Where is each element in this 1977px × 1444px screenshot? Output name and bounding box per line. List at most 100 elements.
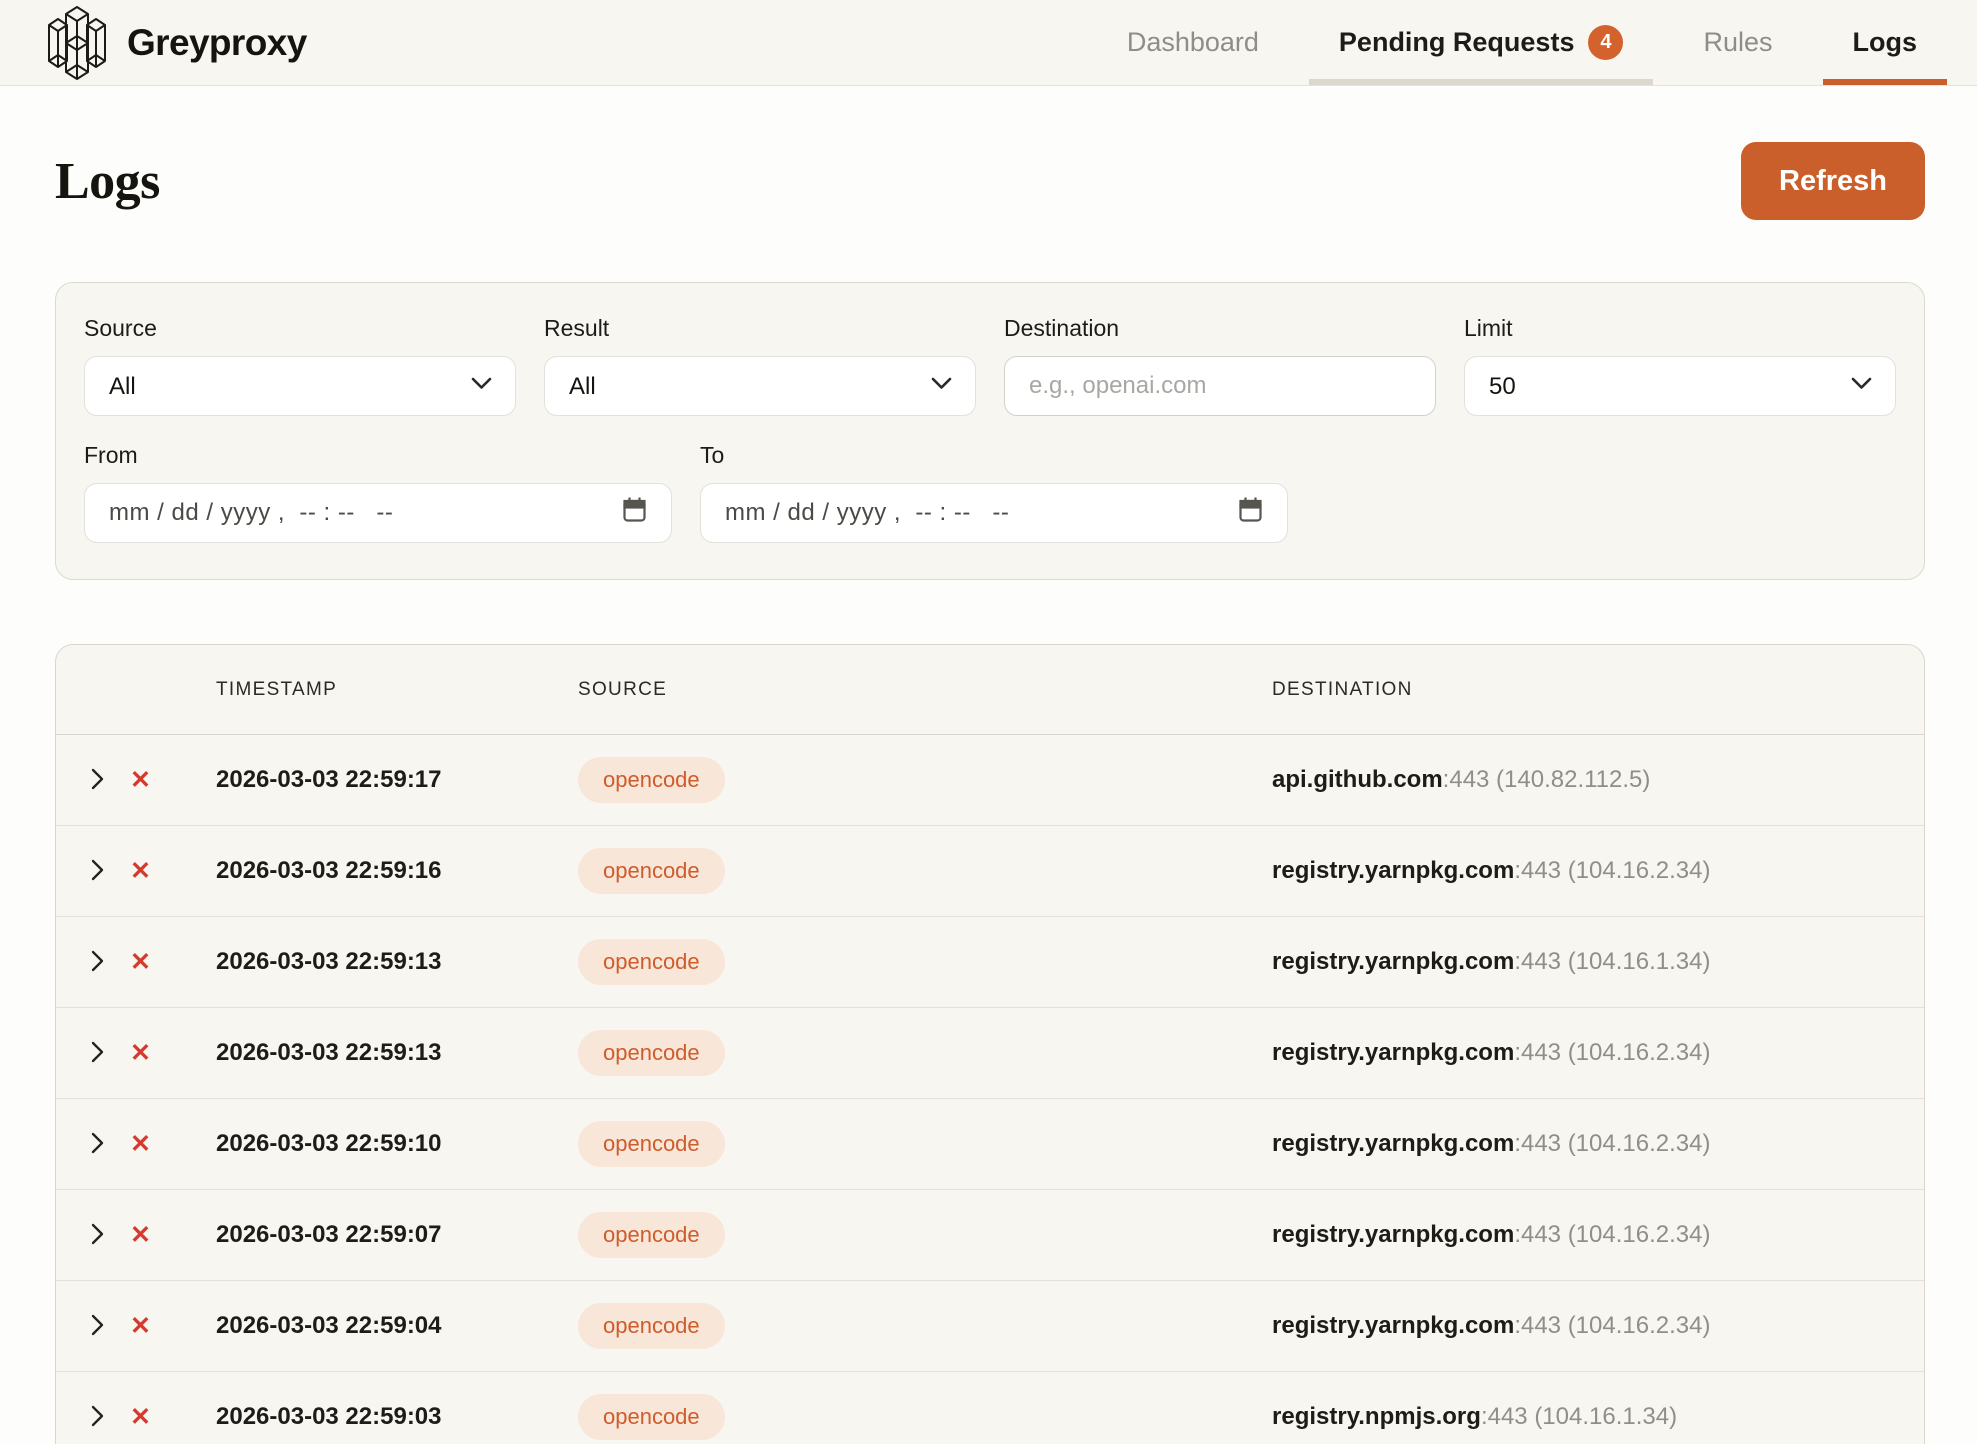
log-source-cell: opencode [578, 1394, 1272, 1440]
top-header: Greyproxy Dashboard Pending Requests 4 R… [0, 0, 1977, 86]
limit-filter-field: Limit 50 [1464, 315, 1896, 416]
source-badge: opencode [578, 1212, 725, 1258]
main-content: Logs Refresh Source All Result [0, 142, 1977, 1444]
destination-port-ip: :443 (140.82.112.5) [1443, 766, 1651, 793]
expand-row-button[interactable] [80, 1308, 116, 1344]
log-table-row: ✕ 2026-03-03 22:59:03 opencode registry.… [56, 1372, 1924, 1444]
log-destination: registry.yarnpkg.com:443 (104.16.1.34) [1272, 948, 1896, 976]
delete-row-button[interactable]: ✕ [130, 859, 151, 884]
delete-row-button[interactable]: ✕ [130, 1041, 151, 1066]
log-timestamp: 2026-03-03 22:59:16 [216, 857, 578, 885]
x-icon: ✕ [130, 1039, 151, 1067]
delete-row-button[interactable]: ✕ [130, 950, 151, 975]
chevron-right-icon [91, 859, 105, 884]
expand-row-button[interactable] [80, 762, 116, 798]
source-badge: opencode [578, 1394, 725, 1440]
expand-row-button[interactable] [80, 944, 116, 980]
calendar-icon[interactable] [1238, 496, 1263, 530]
log-table-row: ✕ 2026-03-03 22:59:13 opencode registry.… [56, 1008, 1924, 1099]
destination-host: registry.yarnpkg.com [1272, 857, 1514, 884]
page-title: Logs [55, 152, 160, 211]
expand-row-button[interactable] [80, 1035, 116, 1071]
log-table-row: ✕ 2026-03-03 22:59:10 opencode registry.… [56, 1099, 1924, 1190]
delete-row-button[interactable]: ✕ [130, 768, 151, 793]
source-filter-field: Source All [84, 315, 516, 416]
source-badge: opencode [578, 1030, 725, 1076]
result-filter-label: Result [544, 315, 976, 342]
destination-port-ip: :443 (104.16.2.34) [1514, 1221, 1710, 1248]
source-badge: opencode [578, 1303, 725, 1349]
logs-table: TIMESTAMP SOURCE DESTINATION ✕ 2026-03-0… [55, 644, 1925, 1444]
destination-port-ip: :443 (104.16.1.34) [1514, 948, 1710, 975]
log-destination: registry.yarnpkg.com:443 (104.16.2.34) [1272, 1039, 1896, 1067]
from-filter-label: From [84, 442, 672, 469]
log-destination: registry.npmjs.org:443 (104.16.1.34) [1272, 1403, 1896, 1431]
expand-row-button[interactable] [80, 1126, 116, 1162]
log-destination: registry.yarnpkg.com:443 (104.16.2.34) [1272, 1312, 1896, 1340]
chevron-right-icon [91, 1223, 105, 1248]
destination-input[interactable] [1004, 356, 1436, 416]
main-nav: Dashboard Pending Requests 4 Rules Logs [1097, 0, 1947, 85]
result-select[interactable]: All [544, 356, 976, 416]
log-source-cell: opencode [578, 939, 1272, 985]
nav-item-rules[interactable]: Rules [1673, 0, 1802, 85]
log-table-row: ✕ 2026-03-03 22:59:13 opencode registry.… [56, 917, 1924, 1008]
chevron-right-icon [91, 1132, 105, 1157]
log-timestamp: 2026-03-03 22:59:03 [216, 1403, 578, 1431]
source-badge: opencode [578, 848, 725, 894]
log-timestamp: 2026-03-03 22:59:13 [216, 1039, 578, 1067]
to-datetime-input[interactable]: mm / dd / yyyy , -- : -- -- [700, 483, 1288, 543]
delete-row-button[interactable]: ✕ [130, 1132, 151, 1157]
filters-card: Source All Result All [55, 282, 1925, 580]
destination-host: registry.yarnpkg.com [1272, 948, 1514, 975]
column-header-source: SOURCE [578, 679, 1272, 701]
chevron-right-icon [91, 1314, 105, 1339]
expand-row-button[interactable] [80, 853, 116, 889]
page-head: Logs Refresh [55, 142, 1925, 220]
limit-select[interactable]: 50 [1464, 356, 1896, 416]
to-filter-field: To mm / dd / yyyy , -- : -- -- [700, 442, 1288, 543]
calendar-icon[interactable] [622, 496, 647, 530]
delete-row-button[interactable]: ✕ [130, 1223, 151, 1248]
x-icon: ✕ [130, 766, 151, 794]
log-timestamp: 2026-03-03 22:59:07 [216, 1221, 578, 1249]
destination-host: registry.yarnpkg.com [1272, 1221, 1514, 1248]
nav-item-dashboard[interactable]: Dashboard [1097, 0, 1289, 85]
source-badge: opencode [578, 1121, 725, 1167]
log-source-cell: opencode [578, 1121, 1272, 1167]
destination-host: registry.yarnpkg.com [1272, 1312, 1514, 1339]
destination-port-ip: :443 (104.16.2.34) [1514, 1130, 1710, 1157]
nav-item-logs[interactable]: Logs [1823, 0, 1948, 85]
log-source-cell: opencode [578, 757, 1272, 803]
brand-wordmark: Greyproxy [127, 22, 307, 64]
x-icon: ✕ [130, 1312, 151, 1340]
to-filter-label: To [700, 442, 1288, 469]
destination-host: registry.npmjs.org [1272, 1403, 1481, 1430]
source-badge: opencode [578, 939, 725, 985]
column-header-timestamp: TIMESTAMP [216, 679, 578, 701]
delete-row-button[interactable]: ✕ [130, 1314, 151, 1339]
refresh-button[interactable]: Refresh [1741, 142, 1925, 220]
log-table-row: ✕ 2026-03-03 22:59:16 opencode registry.… [56, 826, 1924, 917]
to-datetime-placeholder: mm / dd / yyyy , -- : -- -- [725, 499, 1009, 527]
destination-port-ip: :443 (104.16.2.34) [1514, 1039, 1710, 1066]
expand-row-button[interactable] [80, 1399, 116, 1435]
nav-item-pending-requests[interactable]: Pending Requests 4 [1309, 0, 1654, 85]
expand-row-button[interactable] [80, 1217, 116, 1253]
log-table-rows: ✕ 2026-03-03 22:59:17 opencode api.githu… [56, 735, 1924, 1444]
from-datetime-input[interactable]: mm / dd / yyyy , -- : -- -- [84, 483, 672, 543]
log-source-cell: opencode [578, 1030, 1272, 1076]
nav-label-logs: Logs [1853, 27, 1918, 58]
source-select[interactable]: All [84, 356, 516, 416]
x-icon: ✕ [130, 857, 151, 885]
crystal-prisms-icon [45, 5, 109, 81]
destination-host: api.github.com [1272, 766, 1443, 793]
nav-label-pending-requests: Pending Requests [1339, 27, 1575, 58]
destination-host: registry.yarnpkg.com [1272, 1039, 1514, 1066]
delete-row-button[interactable]: ✕ [130, 1405, 151, 1430]
limit-filter-label: Limit [1464, 315, 1896, 342]
destination-port-ip: :443 (104.16.2.34) [1514, 857, 1710, 884]
log-source-cell: opencode [578, 1212, 1272, 1258]
x-icon: ✕ [130, 1221, 151, 1249]
x-icon: ✕ [130, 1130, 151, 1158]
